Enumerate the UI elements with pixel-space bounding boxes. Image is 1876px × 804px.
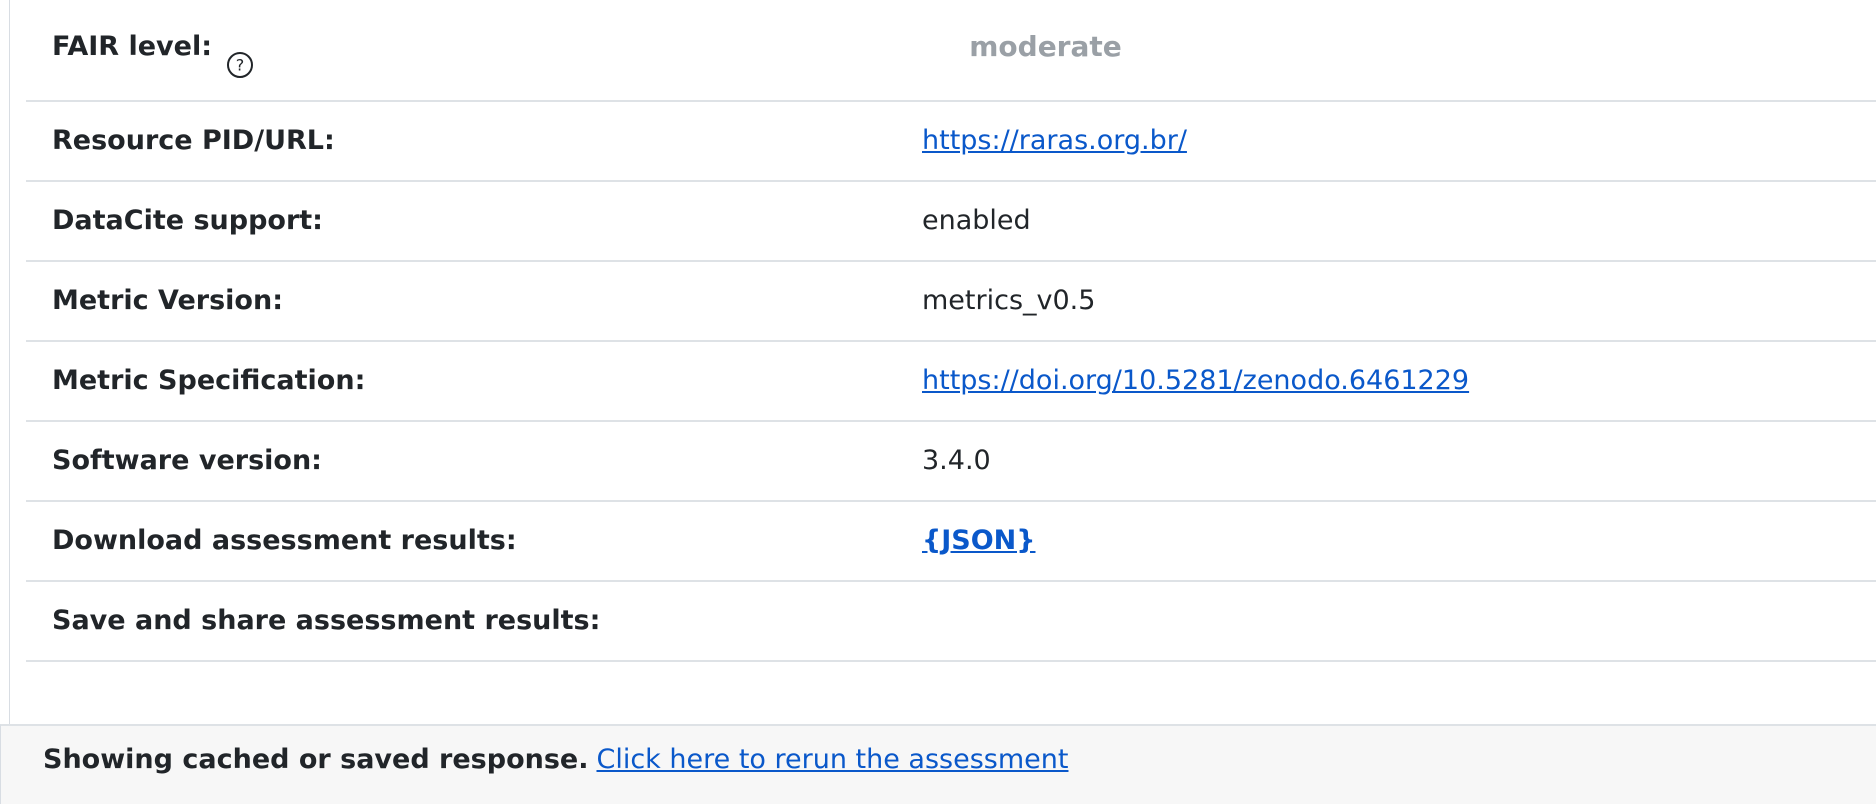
row-datacite: DataCite support: enabled xyxy=(26,182,1876,262)
resource-pid-link[interactable]: https://raras.org.br/ xyxy=(922,125,1187,156)
svg-text:?: ? xyxy=(236,55,245,74)
download-value: {JSON} xyxy=(922,502,1035,580)
datacite-value: enabled xyxy=(922,205,1031,236)
metric-version-value: metrics_v0.5 xyxy=(922,285,1096,316)
resource-pid-label: Resource PID/URL: xyxy=(52,125,335,156)
row-save-share: Save and share assessment results: xyxy=(26,582,1876,662)
row-metric-version: Metric Version: metrics_v0.5 xyxy=(26,262,1876,342)
results-card: FAIR level: ? moderate Resource PID/URL:… xyxy=(9,0,1876,804)
details-table: FAIR level: ? moderate Resource PID/URL:… xyxy=(26,16,1876,662)
row-resource-pid: Resource PID/URL: https://raras.org.br/ xyxy=(26,102,1876,182)
row-download: Download assessment results: {JSON} xyxy=(26,502,1876,582)
row-software-version: Software version: 3.4.0 xyxy=(26,422,1876,502)
download-label: Download assessment results: xyxy=(52,525,517,556)
software-version-label: Software version: xyxy=(52,445,322,476)
metric-version-label: Metric Version: xyxy=(52,285,284,316)
datacite-label: DataCite support: xyxy=(52,205,323,236)
metric-spec-link[interactable]: https://doi.org/10.5281/zenodo.6461229 xyxy=(922,365,1469,396)
row-metric-spec: Metric Specification: https://doi.org/10… xyxy=(26,342,1876,422)
fair-level-value: moderate xyxy=(969,30,1122,63)
cached-response-notice: Showing cached or saved response. Click h… xyxy=(43,744,1069,775)
row-fair-level: FAIR level: ? moderate xyxy=(26,16,1876,102)
cached-response-footer: Showing cached or saved response. Click h… xyxy=(0,724,1876,804)
resource-pid-value: https://raras.org.br/ xyxy=(922,102,1187,180)
save-share-label: Save and share assessment results: xyxy=(52,605,601,636)
fair-level-label: FAIR level: ? xyxy=(52,8,254,86)
rerun-assessment-link[interactable]: Click here to rerun the assessment xyxy=(596,744,1068,775)
metric-spec-value: https://doi.org/10.5281/zenodo.6461229 xyxy=(922,342,1469,420)
software-version-value: 3.4.0 xyxy=(922,445,991,476)
metric-spec-label: Metric Specification: xyxy=(52,365,366,396)
download-json-link[interactable]: {JSON} xyxy=(922,525,1035,556)
question-circle-icon[interactable]: ? xyxy=(226,32,254,78)
